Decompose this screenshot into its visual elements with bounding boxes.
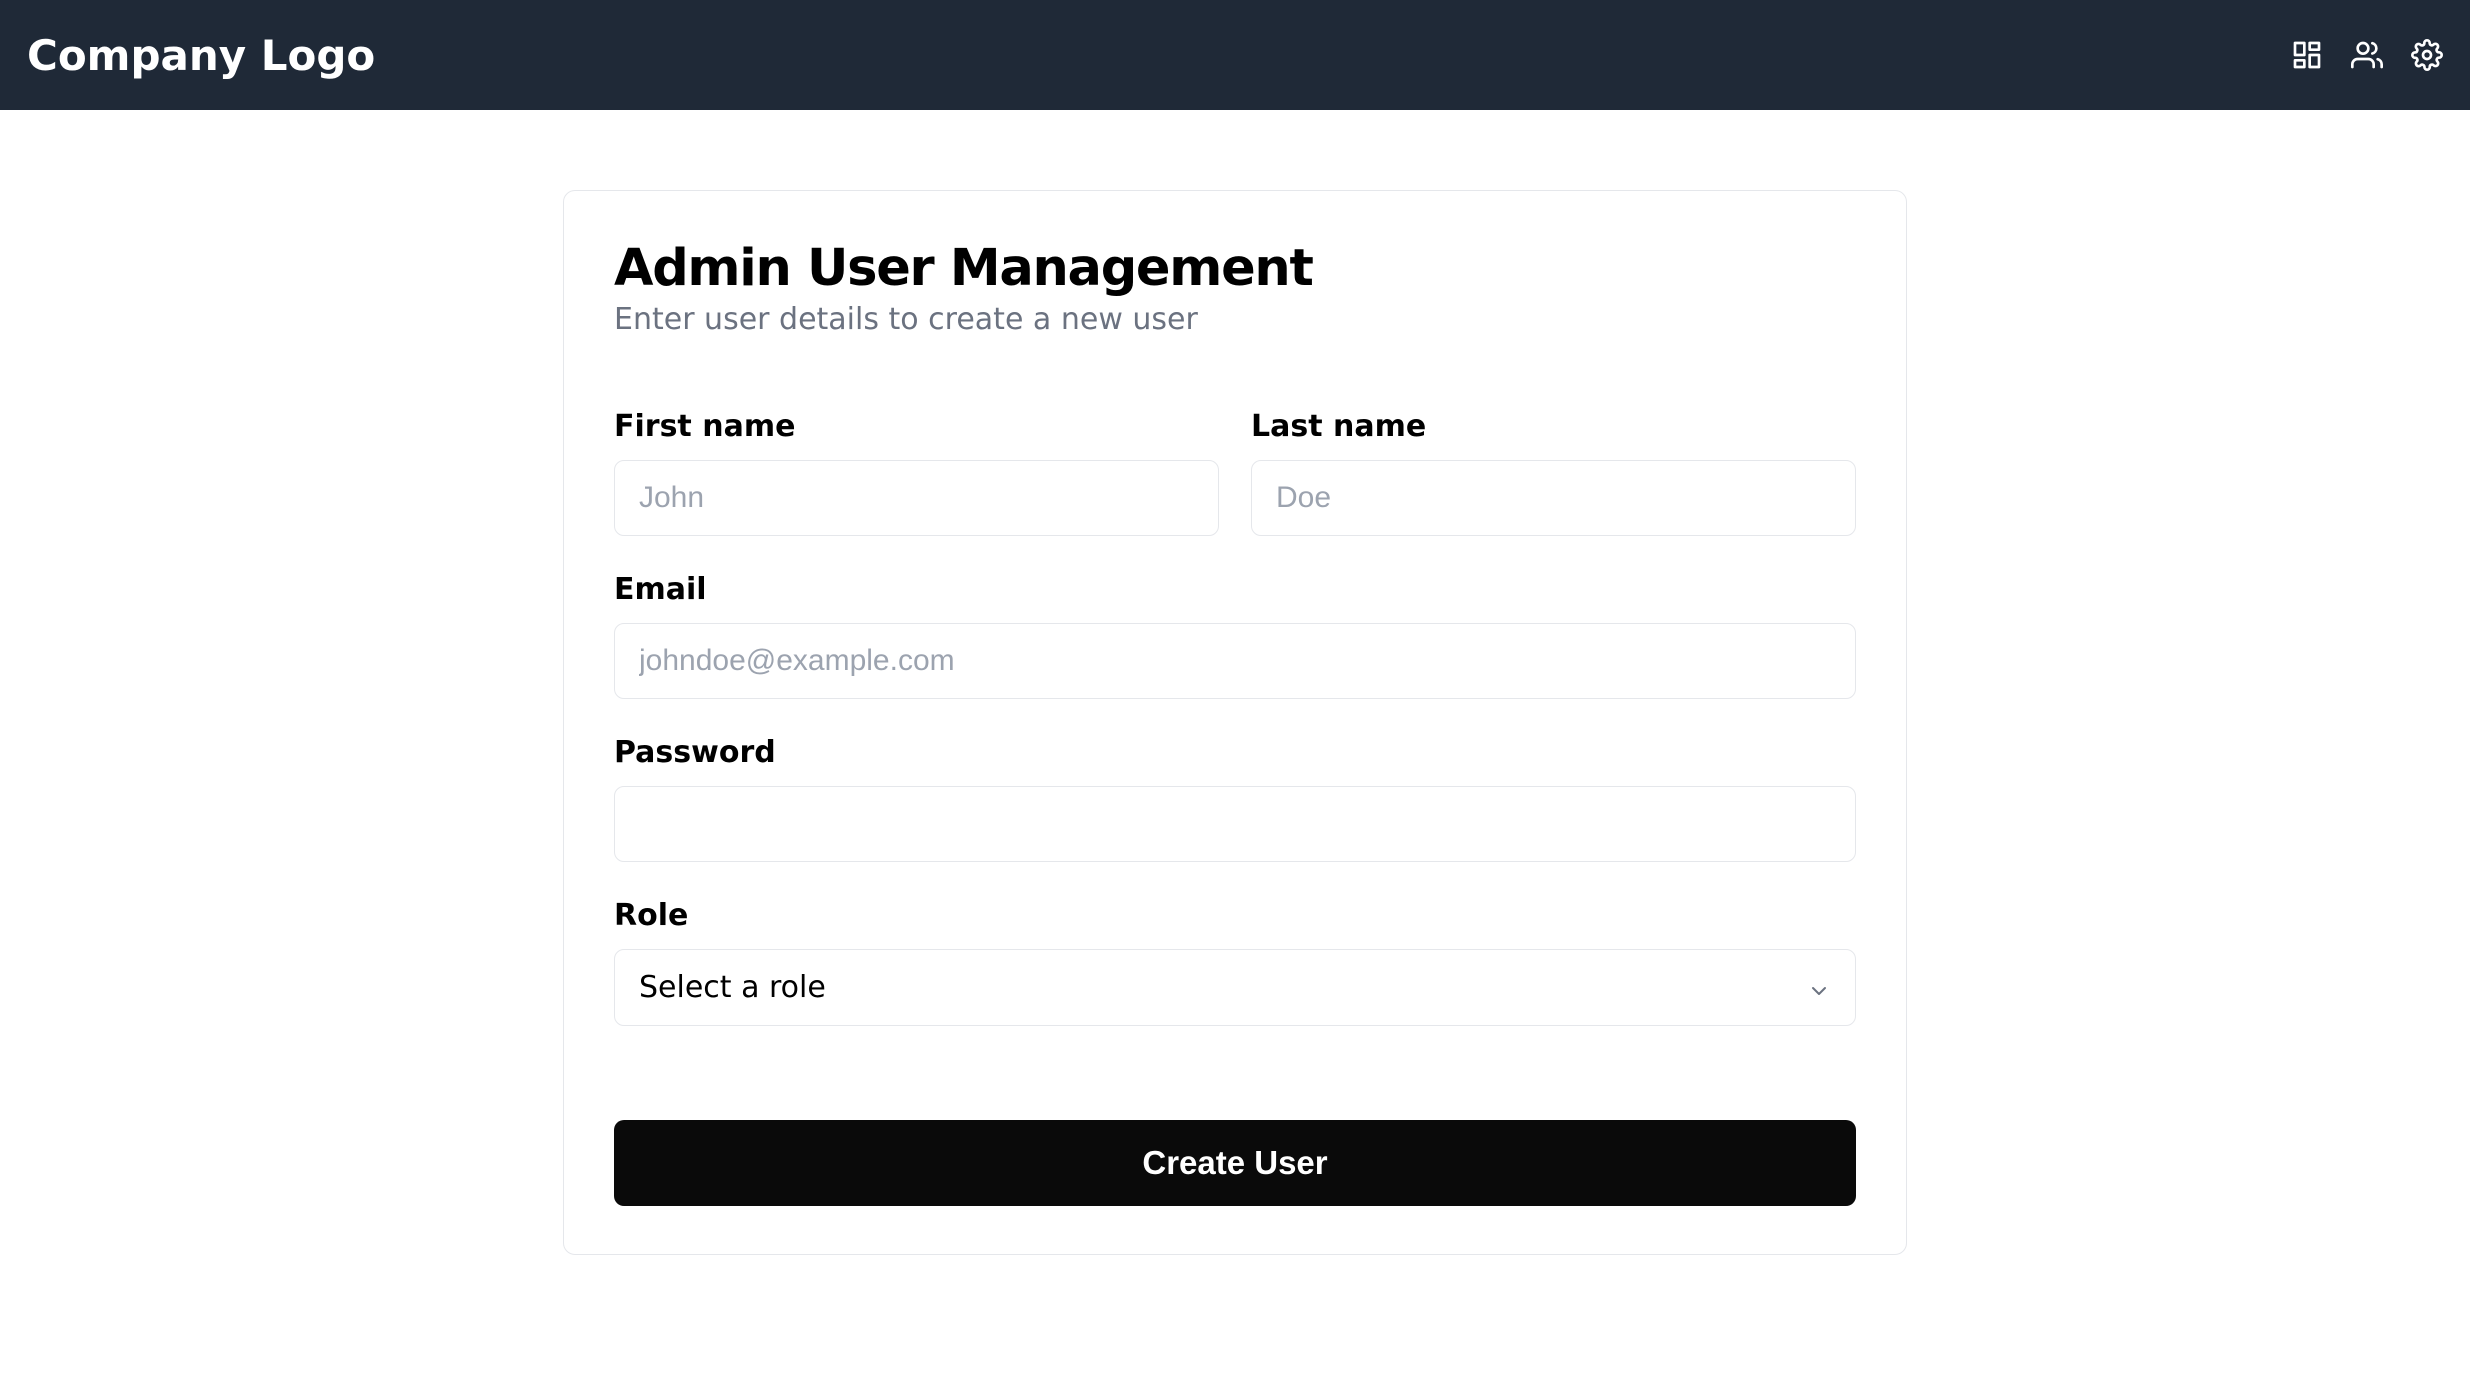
last-name-label: Last name — [1251, 409, 1856, 444]
page-subtitle: Enter user details to create a new user — [614, 302, 1856, 337]
password-input[interactable] — [614, 786, 1856, 862]
role-select[interactable]: Select a role — [614, 949, 1856, 1026]
gear-icon[interactable] — [2411, 39, 2443, 71]
email-input[interactable] — [614, 623, 1856, 699]
users-icon[interactable] — [2351, 39, 2383, 71]
first-name-group: First name — [614, 409, 1219, 536]
app-header: Company Logo — [0, 0, 2470, 110]
role-select-wrapper: Select a role — [614, 949, 1856, 1026]
name-row: First name Last name — [614, 409, 1856, 536]
role-label: Role — [614, 898, 1856, 933]
first-name-input[interactable] — [614, 460, 1219, 536]
role-section: Role Select a role — [614, 898, 1856, 1026]
password-label: Password — [614, 735, 1856, 770]
page-title: Admin User Management — [614, 239, 1856, 298]
company-logo: Company Logo — [27, 31, 375, 80]
main-container: Admin User Management Enter user details… — [0, 110, 2470, 1335]
dashboard-icon[interactable] — [2291, 39, 2323, 71]
password-group: Password — [614, 735, 1856, 862]
role-group: Role Select a role — [614, 898, 1856, 1026]
create-user-button[interactable]: Create User — [614, 1120, 1856, 1206]
user-management-card: Admin User Management Enter user details… — [563, 190, 1907, 1255]
last-name-input[interactable] — [1251, 460, 1856, 536]
first-name-label: First name — [614, 409, 1219, 444]
header-icons-container — [2291, 39, 2443, 71]
last-name-group: Last name — [1251, 409, 1856, 536]
email-label: Email — [614, 572, 1856, 607]
role-select-text: Select a role — [639, 970, 826, 1005]
email-section: Email — [614, 572, 1856, 699]
password-section: Password — [614, 735, 1856, 862]
chevron-down-icon — [1807, 976, 1831, 1000]
email-group: Email — [614, 572, 1856, 699]
